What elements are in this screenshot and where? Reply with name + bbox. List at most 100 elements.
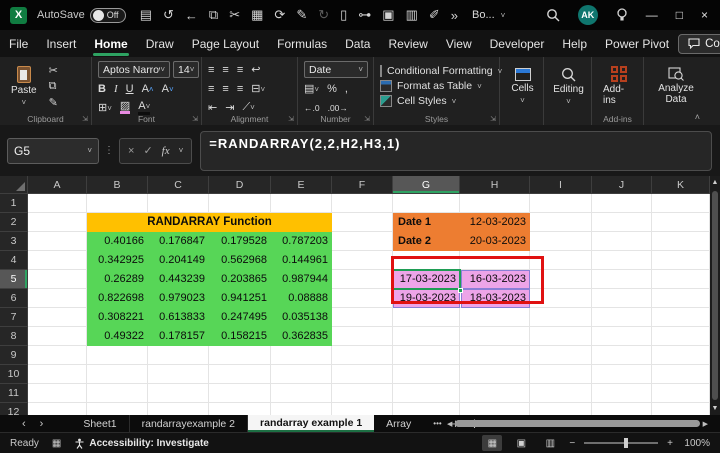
autosave-control[interactable]: AutoSave Off — [37, 8, 126, 23]
grid-cell-i5[interactable] — [530, 270, 592, 289]
formula-input[interactable]: =RANDARRAY(2,2,H2,H3,1) — [200, 131, 712, 171]
grid-cell-c4[interactable] — [148, 251, 209, 270]
grid-cell-k1[interactable] — [652, 194, 710, 213]
sheet-tab-randarray-example-1[interactable]: randarray example 1 — [248, 415, 374, 432]
zoom-slider-thumb[interactable] — [624, 438, 628, 448]
grid-cell-b10[interactable] — [87, 365, 148, 384]
increase-decimal-button[interactable]: ←.0 — [304, 103, 320, 113]
grid-cell-f5[interactable] — [332, 270, 393, 289]
zoom-in-button[interactable]: + — [667, 438, 673, 449]
row-header-3[interactable]: 3 — [0, 232, 28, 251]
scroll-left-icon[interactable]: ◀ — [447, 420, 452, 428]
font-color-button[interactable]: A˅ — [138, 101, 150, 115]
conditional-formatting-button[interactable]: Conditional Formatting˅ — [380, 65, 495, 77]
grid-cell-i3[interactable] — [530, 232, 592, 251]
camera-icon[interactable]: ▣ — [382, 7, 394, 23]
cut-icon[interactable]: ✂ — [229, 7, 240, 23]
accounting-format-button[interactable]: ▤˅ — [304, 82, 319, 95]
align-middle-button[interactable]: ≡ — [222, 64, 228, 76]
grid-cell-e1[interactable] — [271, 194, 332, 213]
grid-cell-b3[interactable] — [87, 232, 148, 251]
cell-styles-button[interactable]: Cell Styles˅ — [380, 95, 495, 107]
copy-icon[interactable]: ⧉ — [209, 7, 218, 23]
grid-cell-d12[interactable] — [209, 403, 271, 415]
grid-cell-e6[interactable] — [271, 289, 332, 308]
ribbon-tab-formulas[interactable]: Formulas — [268, 32, 336, 56]
lightbulb-icon[interactable] — [616, 8, 628, 22]
grid-cell-g2[interactable] — [393, 213, 460, 232]
grid-cell-d10[interactable] — [209, 365, 271, 384]
macro-record-icon[interactable]: ▦ — [52, 438, 61, 449]
grid-cell-e11[interactable] — [271, 384, 332, 403]
paste-picture-icon[interactable]: ▦ — [251, 7, 263, 23]
grid-cell-e4[interactable] — [271, 251, 332, 270]
underline-button[interactable]: U — [126, 83, 134, 95]
column-header-h[interactable]: H — [460, 176, 530, 194]
grid-cell-h2[interactable] — [460, 213, 530, 232]
grid-cell-d4[interactable] — [209, 251, 271, 270]
redo-icon[interactable]: ↻ — [318, 7, 329, 23]
grid-cell-a6[interactable] — [28, 289, 87, 308]
column-header-e[interactable]: E — [271, 176, 332, 194]
more-sheets-button[interactable]: ••• — [433, 419, 441, 428]
grid-cell-h6[interactable] — [460, 289, 530, 308]
grid-cell-h8[interactable] — [460, 327, 530, 346]
grid-cell-f9[interactable] — [332, 346, 393, 365]
ribbon-tab-developer[interactable]: Developer — [481, 32, 554, 56]
grid-cell-k10[interactable] — [652, 365, 710, 384]
horizontal-scroll-thumb[interactable] — [455, 420, 699, 427]
row-header-6[interactable]: 6 — [0, 289, 28, 308]
grid-cell-j9[interactable] — [592, 346, 652, 365]
align-left-button[interactable]: ≡ — [208, 83, 214, 95]
grid-cell-i9[interactable] — [530, 346, 592, 365]
grid-cell-i12[interactable] — [530, 403, 592, 415]
autosave-toggle[interactable]: Off — [90, 8, 126, 23]
grid-cell-g3[interactable] — [393, 232, 460, 251]
grid-cell-j7[interactable] — [592, 308, 652, 327]
grid-cell-k9[interactable] — [652, 346, 710, 365]
grid-cell-a8[interactable] — [28, 327, 87, 346]
accessibility-status[interactable]: Accessibility: Investigate — [74, 438, 209, 449]
undo-icon[interactable]: ↺ — [163, 7, 174, 23]
pin-icon[interactable]: ⊶ — [358, 7, 371, 23]
grid-cell-d5[interactable] — [209, 270, 271, 289]
grid-cell-e5[interactable] — [271, 270, 332, 289]
vertical-scroll-thumb[interactable] — [712, 191, 718, 400]
grid-cell-c9[interactable] — [148, 346, 209, 365]
grid-cell-g9[interactable] — [393, 346, 460, 365]
grid-cell-a11[interactable] — [28, 384, 87, 403]
grid-cell-g4[interactable] — [393, 251, 460, 270]
zoom-out-button[interactable]: − — [569, 438, 575, 449]
ribbon-tab-file[interactable]: File — [0, 32, 37, 56]
wrap-text-button[interactable]: ↩ — [251, 63, 260, 76]
grid-cell-f11[interactable] — [332, 384, 393, 403]
grid-cell-i1[interactable] — [530, 194, 592, 213]
grid-cell-a12[interactable] — [28, 403, 87, 415]
grid-cell-h10[interactable] — [460, 365, 530, 384]
cells-button[interactable]: Cells ˅ — [506, 61, 539, 111]
ribbon-tab-home[interactable]: Home — [85, 32, 136, 56]
comments-button[interactable]: Comments — [678, 34, 720, 54]
analyze-data-button[interactable]: Analyze Data — [650, 61, 702, 111]
grid-cell-k8[interactable] — [652, 327, 710, 346]
grid-cell-b6[interactable] — [87, 289, 148, 308]
avatar[interactable]: AK — [578, 5, 598, 25]
grid-cell-c12[interactable] — [148, 403, 209, 415]
alignment-dialog-launcher[interactable]: ⇲ — [288, 115, 294, 123]
grid-cell-i6[interactable] — [530, 289, 592, 308]
grid-cell-g6[interactable] — [393, 289, 460, 308]
grid-cell-j4[interactable] — [592, 251, 652, 270]
grid-cell-c2[interactable] — [148, 213, 209, 232]
collapse-ribbon-icon[interactable]: ˄ — [695, 112, 700, 122]
workbook-stats-icon[interactable]: ▥ — [406, 7, 418, 23]
grid-cell-j6[interactable] — [592, 289, 652, 308]
scroll-down-icon[interactable]: ▼ — [712, 402, 719, 415]
grid-cell-c10[interactable] — [148, 365, 209, 384]
grow-font-button[interactable]: A˄ — [142, 83, 154, 95]
grid-cell-j1[interactable] — [592, 194, 652, 213]
sheet-tab-sheet1[interactable]: Sheet1 — [71, 415, 129, 432]
column-header-a[interactable]: A — [28, 176, 87, 194]
grid-cell-a1[interactable] — [28, 194, 87, 213]
select-all-button[interactable] — [0, 176, 28, 194]
grid-cell-h1[interactable] — [460, 194, 530, 213]
